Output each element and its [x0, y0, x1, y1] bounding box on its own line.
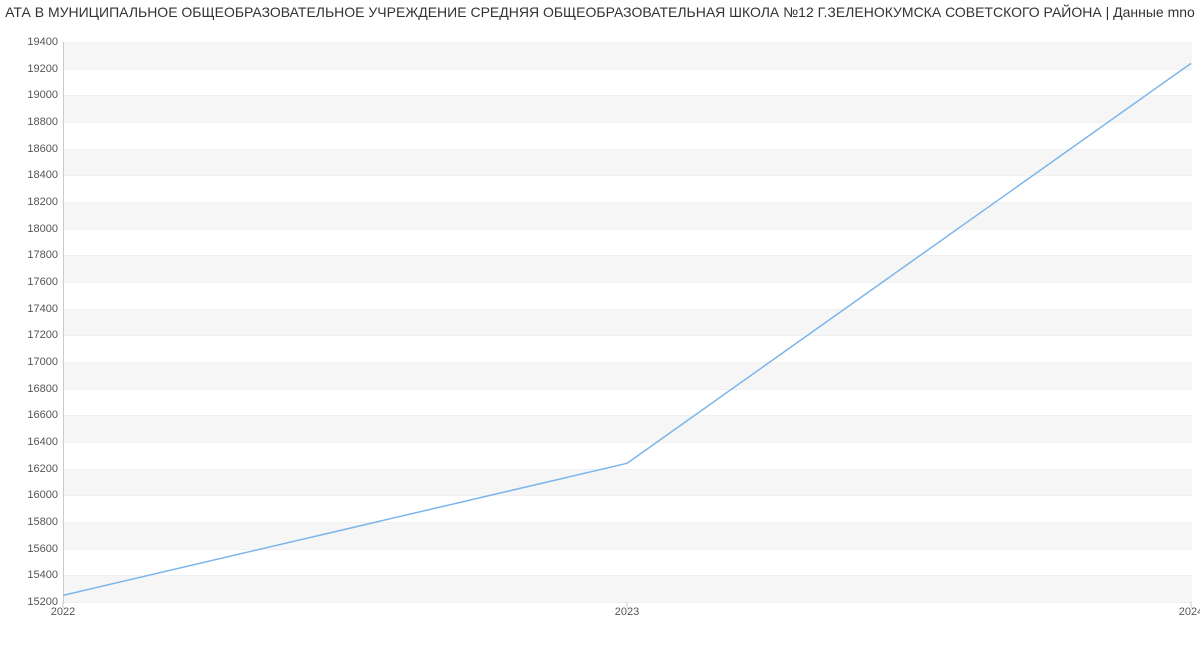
y-tick-label: 18200 [8, 196, 58, 208]
y-tick-label: 18000 [8, 223, 58, 235]
line-layer [63, 42, 1191, 602]
y-tick-label: 16400 [8, 436, 58, 448]
y-tick-label: 15600 [8, 543, 58, 555]
gridline [64, 602, 1192, 603]
chart-title: АТА В МУНИЦИПАЛЬНОЕ ОБЩЕОБРАЗОВАТЕЛЬНОЕ … [0, 0, 1200, 20]
y-tick-label: 15400 [8, 569, 58, 581]
y-tick-label: 16600 [8, 409, 58, 421]
y-tick-label: 17000 [8, 356, 58, 368]
y-tick-label: 19000 [8, 89, 58, 101]
y-tick-label: 18600 [8, 143, 58, 155]
y-tick-label: 16200 [8, 463, 58, 475]
series-line [63, 63, 1191, 595]
x-tick-label: 2024 [1179, 606, 1200, 618]
y-tick-label: 15800 [8, 516, 58, 528]
x-tick-label: 2023 [615, 606, 639, 618]
y-tick-label: 17600 [8, 276, 58, 288]
y-tick-label: 16000 [8, 489, 58, 501]
y-tick-label: 17200 [8, 329, 58, 341]
y-tick-label: 16800 [8, 383, 58, 395]
y-tick-label: 17400 [8, 303, 58, 315]
y-tick-label: 19400 [8, 36, 58, 48]
y-tick-label: 17800 [8, 249, 58, 261]
x-tick-label: 2022 [51, 606, 75, 618]
y-tick-label: 18800 [8, 116, 58, 128]
y-tick-label: 18400 [8, 169, 58, 181]
y-tick-label: 19200 [8, 63, 58, 75]
